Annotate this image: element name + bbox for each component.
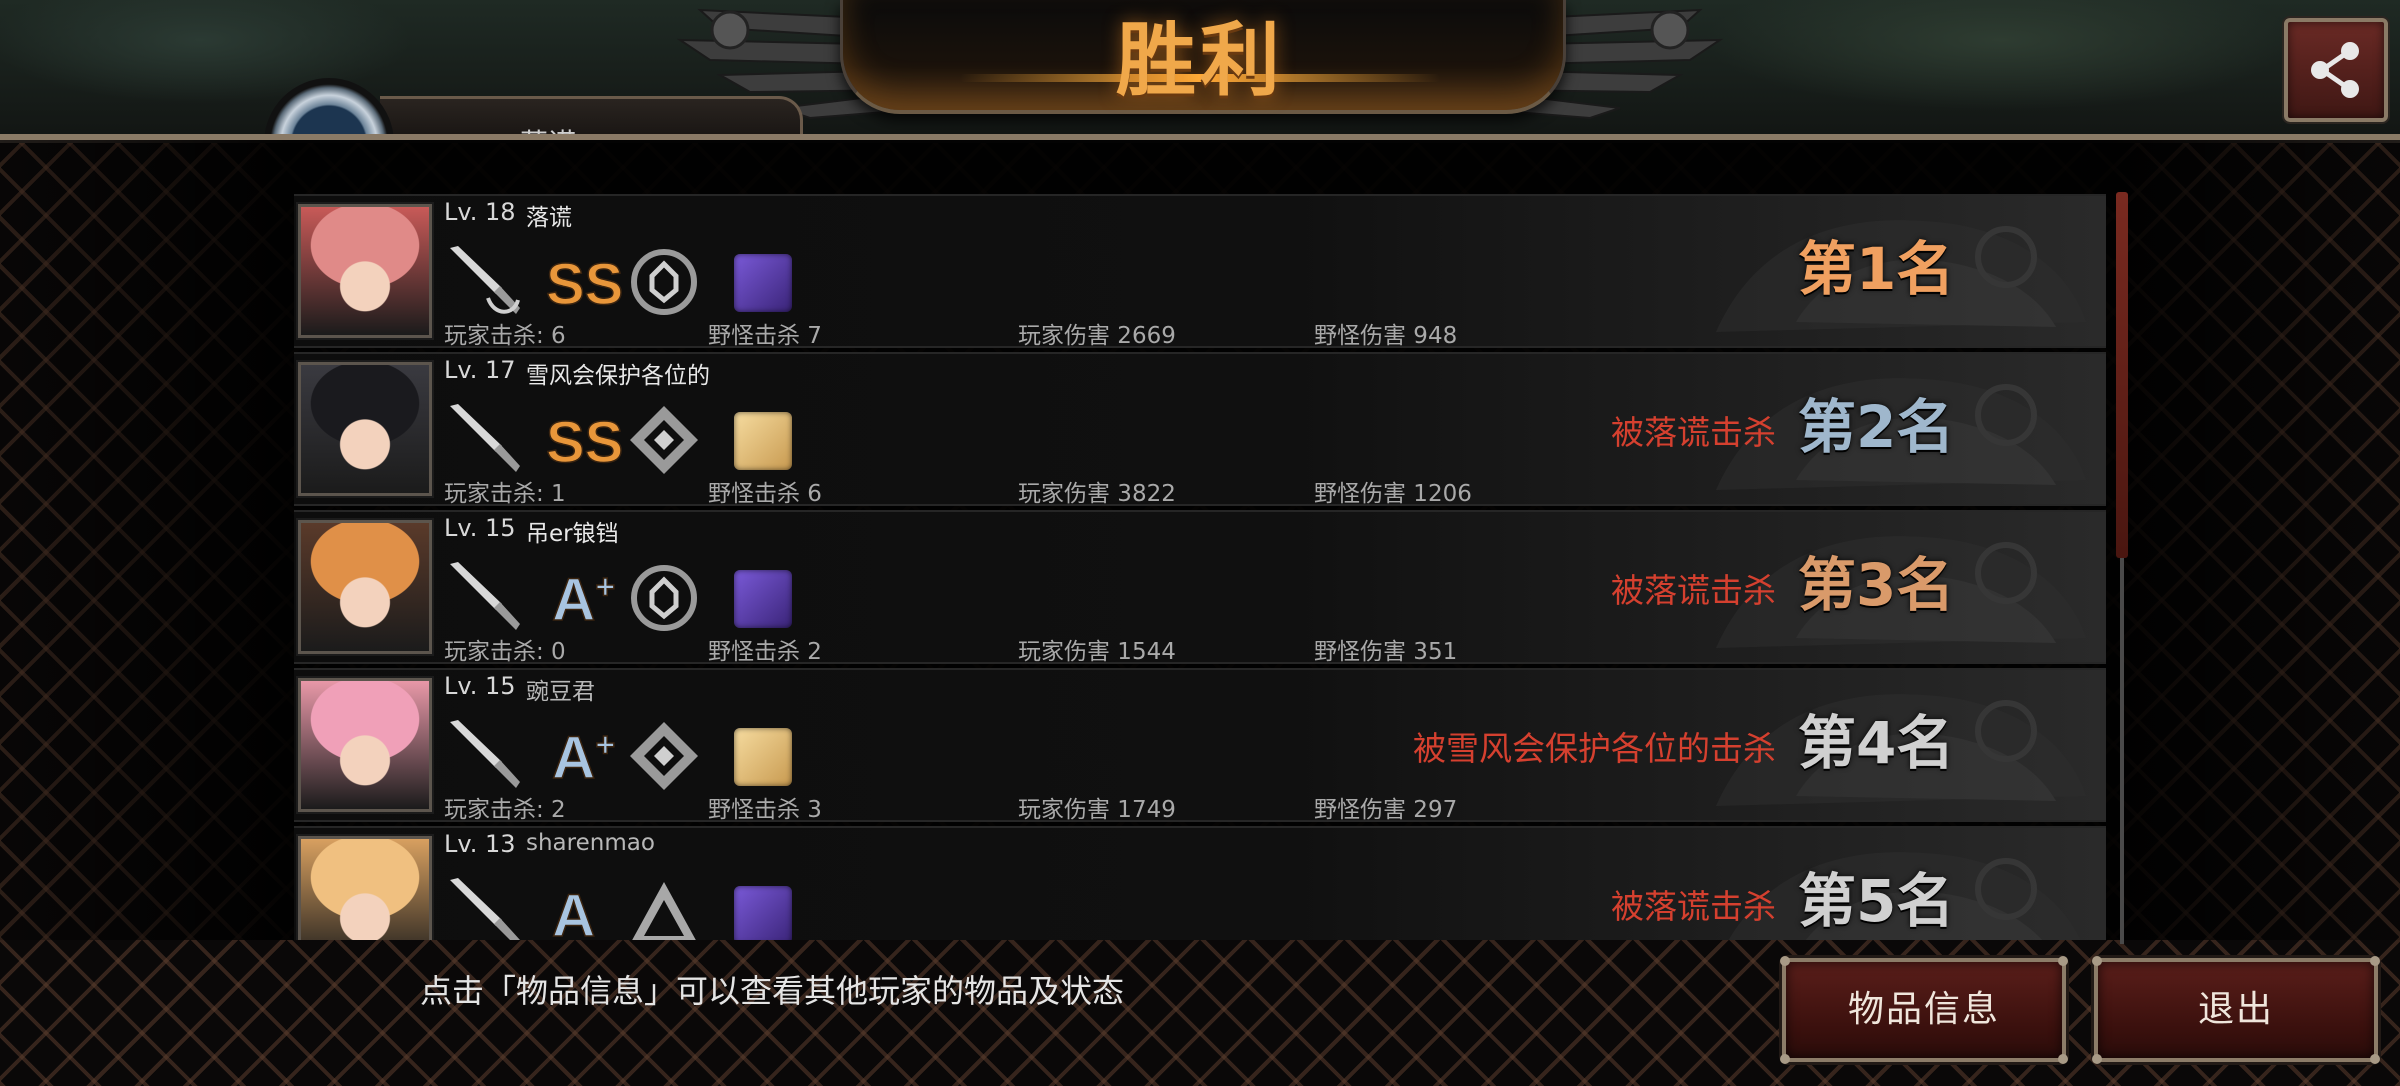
rivet-decoration	[2092, 1054, 2102, 1064]
footer-tip: 点击「物品信息」可以查看其他玩家的物品及状态	[420, 972, 1125, 1010]
grade-badge-icon: A+	[551, 723, 616, 792]
monster-kills: 野怪击杀 6	[708, 481, 822, 507]
player-level: Lv. 17	[444, 356, 516, 384]
player-row[interactable]: Lv. 15 吊er锒铛 A+ 玩家击杀: 0 野怪击杀 2 玩家伤害 1544…	[294, 510, 2106, 665]
player-avatar[interactable]	[298, 520, 432, 654]
knife-icon[interactable]	[444, 400, 524, 480]
victory-title: 胜利	[1116, 14, 1284, 107]
gold-item-icon[interactable]	[734, 728, 792, 786]
rivet-decoration	[2058, 956, 2068, 966]
monster-kills: 野怪击杀 3	[708, 797, 822, 823]
monster-damage: 野怪伤害 948	[1314, 323, 1458, 349]
player-damage: 玩家伤害 3822	[1018, 481, 1176, 507]
killed-by-text: 被落谎击杀	[1611, 571, 1776, 610]
player-row[interactable]: Lv. 17 雪风会保护各位的 SS 玩家击杀: 1 野怪击杀 6 玩家伤害 3…	[294, 352, 2106, 507]
killed-by-text: 被落谎击杀	[1611, 413, 1776, 452]
monster-damage: 野怪伤害 297	[1314, 797, 1458, 823]
scrollbar-thumb[interactable]	[2116, 192, 2128, 558]
purple-item-icon[interactable]	[734, 570, 792, 628]
purple-item-icon[interactable]	[734, 254, 792, 312]
rank-label: 第3名	[1798, 551, 1955, 619]
rank-label: 第5名	[1798, 867, 1955, 935]
grade-badge-icon: SS	[545, 251, 624, 318]
svg-text:SS: SS	[546, 252, 623, 317]
knife-icon[interactable]	[444, 874, 524, 940]
player-row[interactable]: Lv. 18 落谎 SS 玩家击杀: 6 野怪击杀 7 玩家伤害 2669 野怪…	[294, 194, 2106, 349]
rivet-decoration	[1780, 1054, 1790, 1064]
knife-icon[interactable]	[444, 242, 524, 322]
player-damage: 玩家伤害 2669	[1018, 323, 1176, 349]
svg-text:A+: A+	[552, 566, 615, 633]
rivet-decoration	[2370, 1054, 2380, 1064]
svg-text:SS: SS	[546, 410, 623, 475]
svg-text:A: A	[552, 882, 595, 940]
svg-text:A+: A+	[552, 724, 615, 791]
player-name: 落谎	[526, 205, 572, 231]
player-row[interactable]: Lv. 13 sharenmao A 被落谎击杀 第5名	[294, 826, 2106, 940]
player-avatar[interactable]	[298, 678, 432, 812]
monster-damage: 野怪伤害 351	[1314, 639, 1458, 665]
rune-icon[interactable]	[624, 558, 704, 638]
killed-by-text: 被落谎击杀	[1611, 887, 1776, 926]
knife-icon[interactable]	[444, 558, 524, 638]
rune-icon[interactable]	[624, 242, 704, 322]
player-damage: 玩家伤害 1544	[1018, 639, 1176, 665]
player-level: Lv. 13	[444, 830, 516, 858]
monster-kills: 野怪击杀 7	[708, 323, 822, 349]
player-name: 吊er锒铛	[526, 521, 619, 547]
share-button[interactable]	[2284, 18, 2388, 122]
rune-icon[interactable]	[624, 874, 704, 940]
rank-label: 第2名	[1798, 393, 1955, 461]
player-level: Lv. 15	[444, 672, 516, 700]
player-name: 雪风会保护各位的	[526, 363, 710, 389]
share-icon	[2311, 42, 2359, 98]
killed-by-text: 被雪风会保护各位的击杀	[1413, 729, 1776, 768]
player-level: Lv. 15	[444, 514, 516, 542]
player-name: sharenmao	[526, 830, 655, 856]
monster-kills: 野怪击杀 2	[708, 639, 822, 665]
player-kills: 玩家击杀: 0	[444, 639, 566, 665]
player-level: Lv. 18	[444, 198, 516, 226]
player-name: 豌豆君	[526, 679, 595, 705]
rank-label: 第4名	[1798, 709, 1955, 777]
grade-badge-icon: SS	[545, 409, 624, 476]
player-kills: 玩家击杀: 2	[444, 797, 566, 823]
player-kills: 玩家击杀: 6	[444, 323, 566, 349]
player-results-list[interactable]: Lv. 18 落谎 SS 玩家击杀: 6 野怪击杀 7 玩家伤害 2669 野怪…	[294, 194, 2106, 940]
player-kills: 玩家击杀: 1	[444, 481, 566, 507]
knife-icon[interactable]	[444, 716, 524, 796]
exit-button[interactable]: 退出	[2092, 956, 2380, 1064]
player-damage: 玩家伤害 1749	[1018, 797, 1176, 823]
monster-damage: 野怪伤害 1206	[1314, 481, 1472, 507]
player-row[interactable]: Lv. 15 豌豆君 A+ 玩家击杀: 2 野怪击杀 3 玩家伤害 1749 野…	[294, 668, 2106, 823]
rivet-decoration	[2058, 1054, 2068, 1064]
grade-badge-icon: A+	[551, 565, 616, 634]
purple-item-icon[interactable]	[734, 886, 792, 940]
gold-item-icon[interactable]	[734, 412, 792, 470]
item-info-button[interactable]: 物品信息	[1780, 956, 2068, 1064]
grade-badge-icon: A	[551, 881, 596, 940]
player-avatar[interactable]	[298, 362, 432, 496]
rune-icon[interactable]	[624, 716, 704, 796]
rank-label: 第1名	[1798, 235, 1955, 303]
player-avatar[interactable]	[298, 204, 432, 338]
rivet-decoration	[2092, 956, 2102, 966]
rivet-decoration	[1780, 956, 1790, 966]
rune-icon[interactable]	[624, 400, 704, 480]
rivet-decoration	[2370, 956, 2380, 966]
player-avatar[interactable]	[298, 836, 432, 940]
